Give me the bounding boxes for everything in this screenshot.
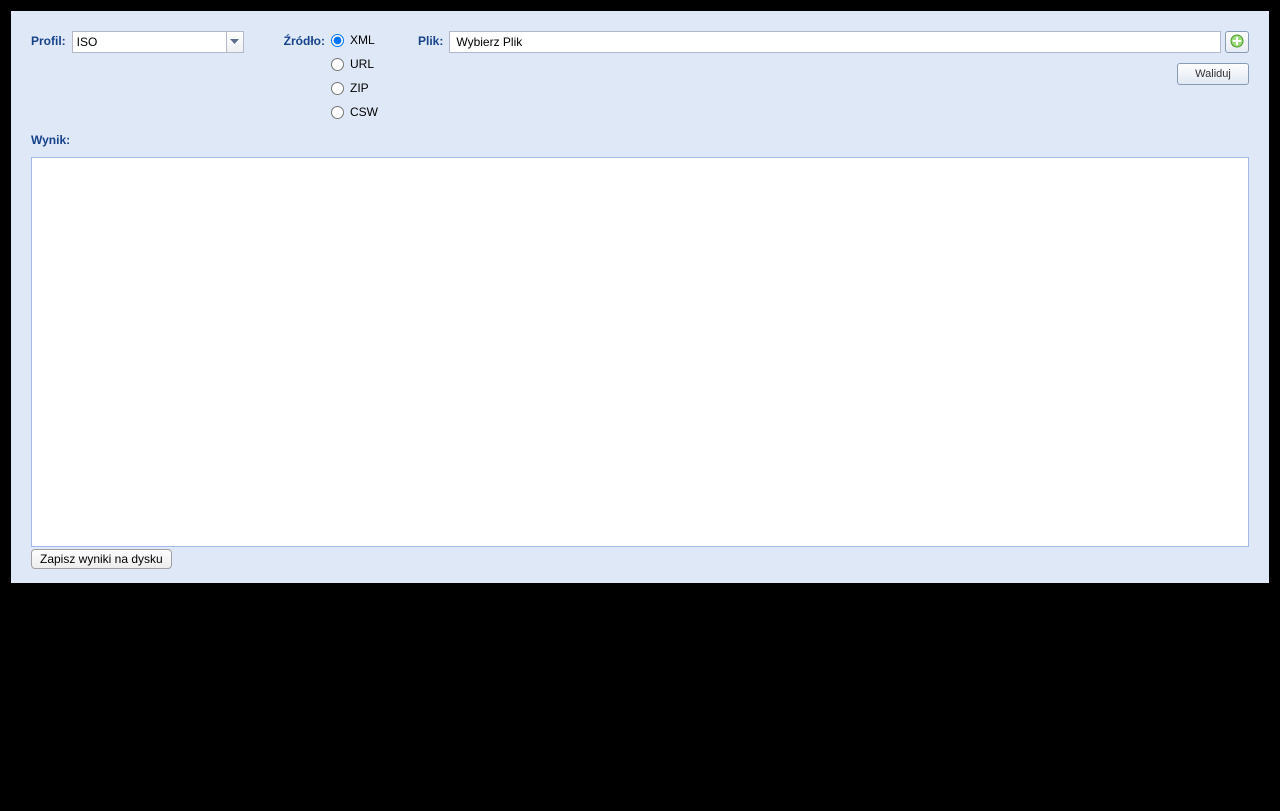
validate-button[interactable]: Waliduj <box>1177 63 1249 85</box>
file-field-column: Plik: Waliduj <box>418 31 1249 85</box>
source-option-csw[interactable]: CSW <box>331 105 378 119</box>
file-field: Plik: <box>418 31 1249 53</box>
profile-select[interactable] <box>72 31 244 53</box>
validator-panel: Profil: Źródło: XML URL <box>11 11 1269 583</box>
source-option-xml[interactable]: XML <box>331 33 378 47</box>
radio-label[interactable]: ZIP <box>350 81 369 95</box>
source-field: Źródło: XML URL ZIP CSW <box>284 31 378 119</box>
file-input-wrap <box>449 31 1249 53</box>
file-label: Plik: <box>418 31 449 48</box>
result-label: Wynik: <box>31 133 1249 147</box>
radio-label[interactable]: XML <box>350 33 375 47</box>
profile-field: Profil: <box>31 31 244 53</box>
browse-button[interactable] <box>1225 31 1249 53</box>
file-input[interactable] <box>449 31 1221 53</box>
save-row: Zapisz wyniki na dysku <box>31 549 1249 569</box>
chevron-down-icon <box>230 39 239 45</box>
validate-button-label: Waliduj <box>1195 68 1231 80</box>
source-option-zip[interactable]: ZIP <box>331 81 378 95</box>
radio-zip[interactable] <box>331 82 344 95</box>
radio-label[interactable]: URL <box>350 57 374 71</box>
top-form-row: Profil: Źródło: XML URL <box>31 31 1249 119</box>
profile-input[interactable] <box>72 31 227 53</box>
profile-label: Profil: <box>31 31 72 48</box>
source-option-url[interactable]: URL <box>331 57 378 71</box>
save-results-button[interactable]: Zapisz wyniki na dysku <box>31 549 172 569</box>
radio-csw[interactable] <box>331 106 344 119</box>
result-section: Wynik: Zapisz wyniki na dysku <box>31 133 1249 569</box>
radio-label[interactable]: CSW <box>350 105 378 119</box>
radio-url[interactable] <box>331 58 344 71</box>
profile-dropdown-trigger[interactable] <box>227 31 244 53</box>
source-label: Źródło: <box>284 31 331 48</box>
source-radio-group: XML URL ZIP CSW <box>331 31 378 119</box>
result-output <box>31 157 1249 547</box>
add-circle-icon <box>1230 34 1244 51</box>
radio-xml[interactable] <box>331 34 344 47</box>
validate-row: Waliduj <box>418 63 1249 85</box>
